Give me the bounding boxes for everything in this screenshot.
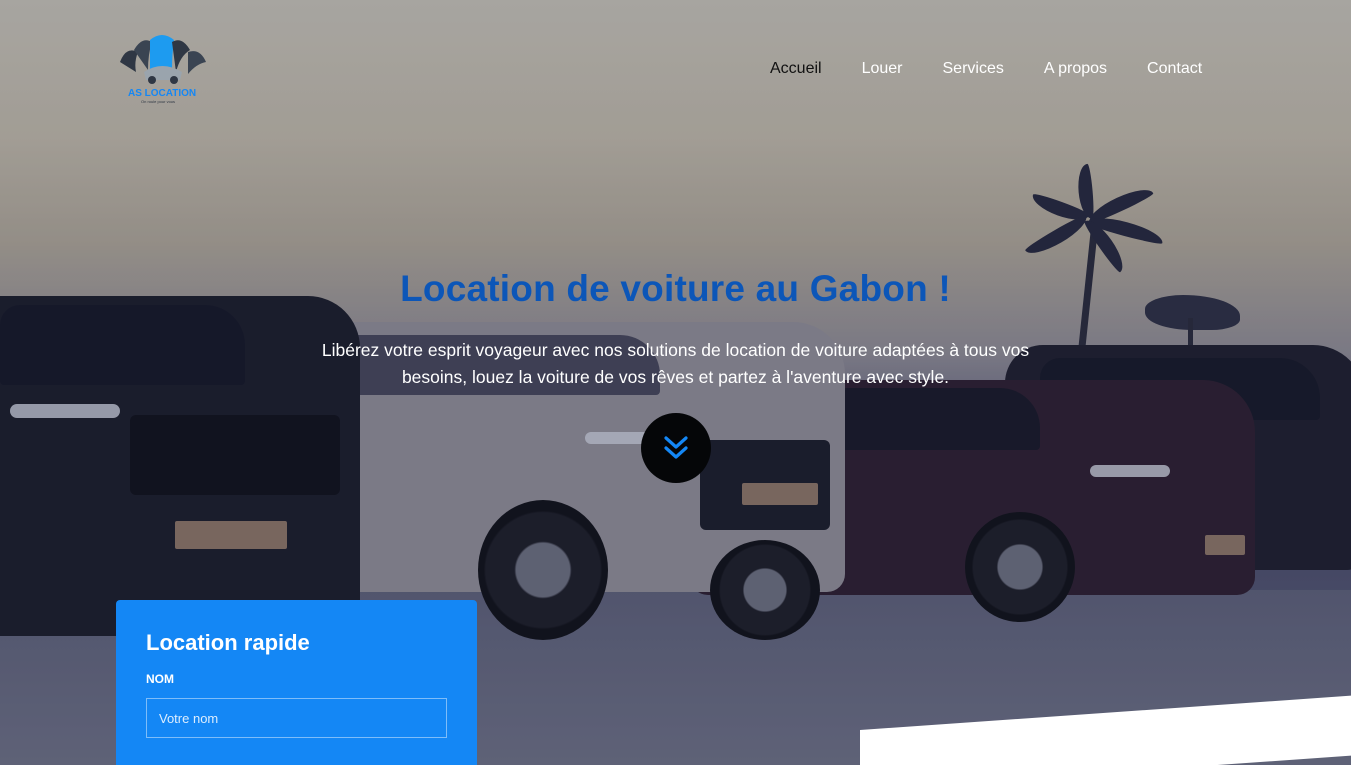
scroll-down-button[interactable]: [641, 413, 711, 483]
form-title: Location rapide: [146, 630, 310, 655]
nav-item-services[interactable]: Services: [943, 58, 1004, 80]
nav-item-contact[interactable]: Contact: [1147, 58, 1202, 80]
brand-tagline: On roule pour vous: [141, 99, 176, 104]
nav-item-accueil[interactable]: Accueil: [770, 58, 822, 80]
brand-name: AS LOCATION: [128, 88, 197, 99]
hero-subtitle: Libérez votre esprit voyageur avec nos s…: [321, 340, 1030, 387]
brand-logo[interactable]: AS LOCATION On roule pour vous: [116, 32, 208, 104]
name-input[interactable]: [146, 698, 447, 738]
nav-item-louer[interactable]: Louer: [862, 58, 903, 80]
nav-item-a-propos[interactable]: A propos: [1044, 58, 1107, 80]
name-label: NOM: [146, 672, 174, 686]
main-nav: Accueil Louer Services A propos Contact: [770, 58, 1202, 80]
chevron-double-down-icon: [664, 436, 688, 459]
quick-rental-form: Location rapide NOM: [116, 600, 477, 765]
hero-title: Location de voiture au Gabon !: [400, 268, 951, 309]
